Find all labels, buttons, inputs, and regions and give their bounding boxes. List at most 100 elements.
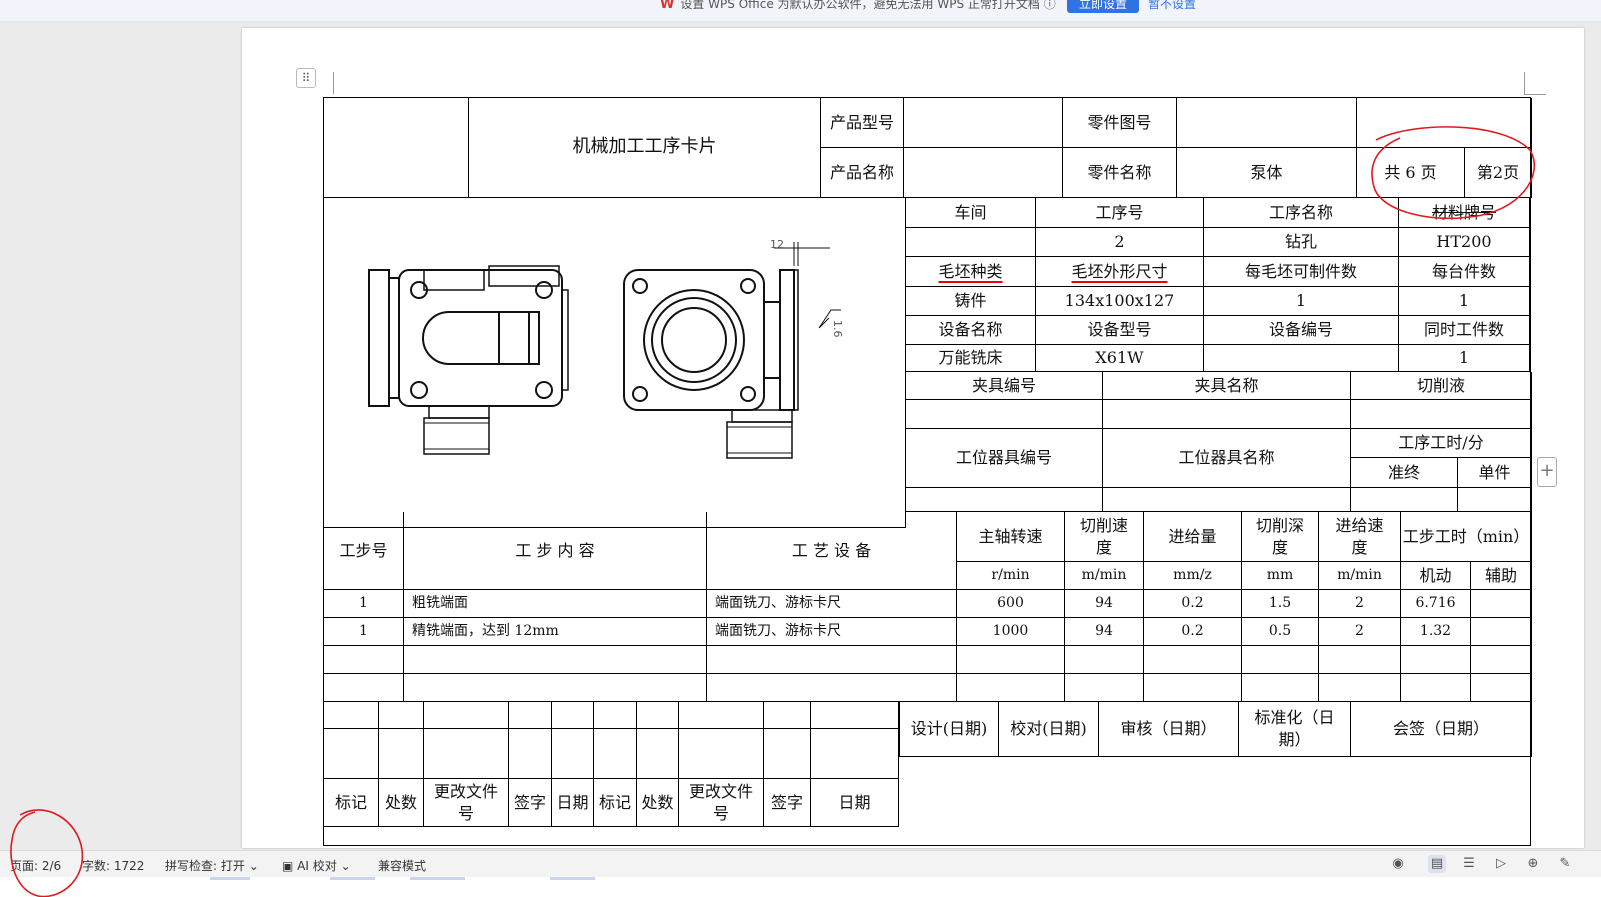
feed-unit[interactable]: mm/z [1144, 562, 1242, 590]
page-view-icon[interactable]: ▤ [1428, 855, 1446, 873]
aux-time-header[interactable]: 辅助 [1471, 562, 1532, 590]
info-cell[interactable]: 设备名称 [906, 316, 1036, 345]
step-cell[interactable] [707, 674, 957, 702]
step-cell[interactable]: 94 [1065, 590, 1144, 618]
info-cell[interactable]: 设备型号 [1036, 316, 1204, 345]
step-cell[interactable] [404, 646, 707, 674]
step-cell[interactable] [324, 646, 404, 674]
unit-time-value[interactable] [1458, 488, 1532, 512]
signoff-label-date2[interactable]: 日期 [811, 779, 899, 827]
step-cell[interactable]: 精铣端面，达到 12mm [404, 618, 707, 646]
fixture-name-label[interactable]: 夹具名称 [1103, 372, 1351, 400]
signoff-label-mark-short[interactable]: 标记 [594, 779, 637, 827]
review-date-label[interactable]: 审核（日期） [1099, 701, 1239, 757]
feed-speed-header[interactable]: 进给速度 [1319, 512, 1401, 562]
step-cell[interactable]: 600 [957, 590, 1065, 618]
step-cell[interactable]: 粗铣端面 [404, 590, 707, 618]
coolant-label[interactable]: 切削液 [1351, 372, 1532, 400]
info-cell[interactable]: 车间 [906, 198, 1036, 228]
signoff-label-date[interactable]: 日期 [552, 779, 594, 827]
info-cell[interactable]: 同时工件数 [1399, 316, 1530, 345]
step-content-header[interactable]: 工 步 内 容 [404, 512, 707, 590]
info-cell[interactable]: 134x100x127 [1036, 287, 1204, 316]
step-cell[interactable] [957, 646, 1065, 674]
info-cell[interactable]: HT200 [1399, 228, 1530, 257]
step-cell[interactable]: 0.5 [1242, 618, 1319, 646]
signoff-blank-cell[interactable] [324, 729, 379, 779]
speed-unit[interactable]: m/min [1065, 562, 1144, 590]
signoff-blank-cell[interactable] [379, 701, 424, 729]
fixture-no-label[interactable]: 夹具编号 [906, 372, 1103, 400]
page-info-blank[interactable] [1357, 98, 1532, 148]
step-cell[interactable]: 2 [1319, 618, 1401, 646]
step-cell[interactable]: 94 [1065, 618, 1144, 646]
taskbar-tab[interactable] [550, 877, 595, 880]
step-cell[interactable] [404, 674, 707, 702]
signoff-blank-cell[interactable] [509, 701, 552, 729]
step-cell[interactable]: 端面铣刀、游标卡尺 [707, 618, 957, 646]
info-cell[interactable]: 1 [1204, 287, 1399, 316]
info-cell[interactable]: 铸件 [906, 287, 1036, 316]
step-cell[interactable] [1144, 646, 1242, 674]
step-cell[interactable] [1319, 674, 1401, 702]
signoff-blank-cell[interactable] [679, 729, 764, 779]
signoff-blank-cell[interactable] [552, 701, 594, 729]
station-tool-no-label[interactable]: 工位器具编号 [906, 429, 1103, 488]
info-cell[interactable]: X61W [1036, 345, 1204, 372]
standardize-date-label[interactable]: 标准化（日期） [1239, 701, 1351, 757]
part-drawing-no-value[interactable] [1177, 98, 1357, 148]
taskbar-tab[interactable] [410, 877, 465, 880]
station-tool-name-value[interactable] [1103, 488, 1351, 512]
part-drawing-no-label[interactable]: 零件图号 [1063, 98, 1177, 148]
step-cell[interactable] [957, 674, 1065, 702]
info-cell[interactable]: 1 [1399, 345, 1530, 372]
product-name-value[interactable] [904, 148, 1063, 198]
total-pages[interactable]: 共 6 页 [1357, 148, 1465, 198]
info-cell[interactable]: 钻孔 [1204, 228, 1399, 257]
step-cell[interactable] [1144, 674, 1242, 702]
signoff-label-change-doc[interactable]: 更改文件号 [679, 779, 764, 827]
step-cell[interactable] [1471, 618, 1532, 646]
signoff-blank-cell[interactable] [379, 729, 424, 779]
unit-time-label[interactable]: 单件 [1458, 458, 1532, 488]
countersign-date-label[interactable]: 会签（日期） [1351, 701, 1532, 757]
step-cell[interactable] [1242, 674, 1319, 702]
station-tool-no-value[interactable] [906, 488, 1103, 512]
help-icon[interactable]: ⓘ [1044, 0, 1056, 11]
step-no-header[interactable]: 工步号 [324, 512, 404, 590]
step-cell[interactable]: 1.5 [1242, 590, 1319, 618]
signoff-blank-cell[interactable] [637, 701, 679, 729]
table-move-handle-icon[interactable]: ⠿ [296, 68, 316, 88]
spell-check-toggle[interactable]: 拼写检查: 打开 ⌄ [165, 857, 259, 874]
logo-cell[interactable] [324, 98, 469, 198]
step-cell[interactable] [1401, 646, 1471, 674]
fixture-no-value[interactable] [906, 400, 1103, 429]
step-cell[interactable]: 1.32 [1401, 618, 1471, 646]
equipment-header[interactable]: 工 艺 设 备 [707, 512, 957, 590]
feed-header[interactable]: 进给量 [1144, 512, 1242, 562]
part-name-label[interactable]: 零件名称 [1063, 148, 1177, 198]
taskbar-tab[interactable] [210, 877, 250, 880]
signoff-blank-cell[interactable] [764, 729, 811, 779]
info-cell[interactable]: 设备编号 [1204, 316, 1399, 345]
fixture-name-value[interactable] [1103, 400, 1351, 429]
step-cell[interactable] [1065, 674, 1144, 702]
product-model-value[interactable] [904, 98, 1063, 148]
part-name-value[interactable]: 泵体 [1177, 148, 1357, 198]
spindle-speed-header[interactable]: 主轴转速 [957, 512, 1065, 562]
info-cell[interactable]: 每毛坯可制件数 [1204, 257, 1399, 287]
signoff-label-place[interactable]: 处数 [637, 779, 679, 827]
step-cell[interactable] [707, 646, 957, 674]
signoff-blank-cell[interactable] [509, 729, 552, 779]
info-cell[interactable]: 1 [1399, 287, 1530, 316]
step-cell[interactable]: 0.2 [1144, 618, 1242, 646]
step-cell[interactable] [1242, 646, 1319, 674]
spindle-unit[interactable]: r/min [957, 562, 1065, 590]
signoff-blank-cell[interactable] [764, 701, 811, 729]
eye-protection-icon[interactable]: ◉ [1389, 855, 1407, 873]
step-cell[interactable] [1471, 590, 1532, 618]
info-cell[interactable]: 2 [1036, 228, 1204, 257]
info-cell[interactable]: 工序号 [1036, 198, 1204, 228]
signoff-blank-cell[interactable] [424, 701, 509, 729]
step-cell[interactable]: 1 [324, 618, 404, 646]
